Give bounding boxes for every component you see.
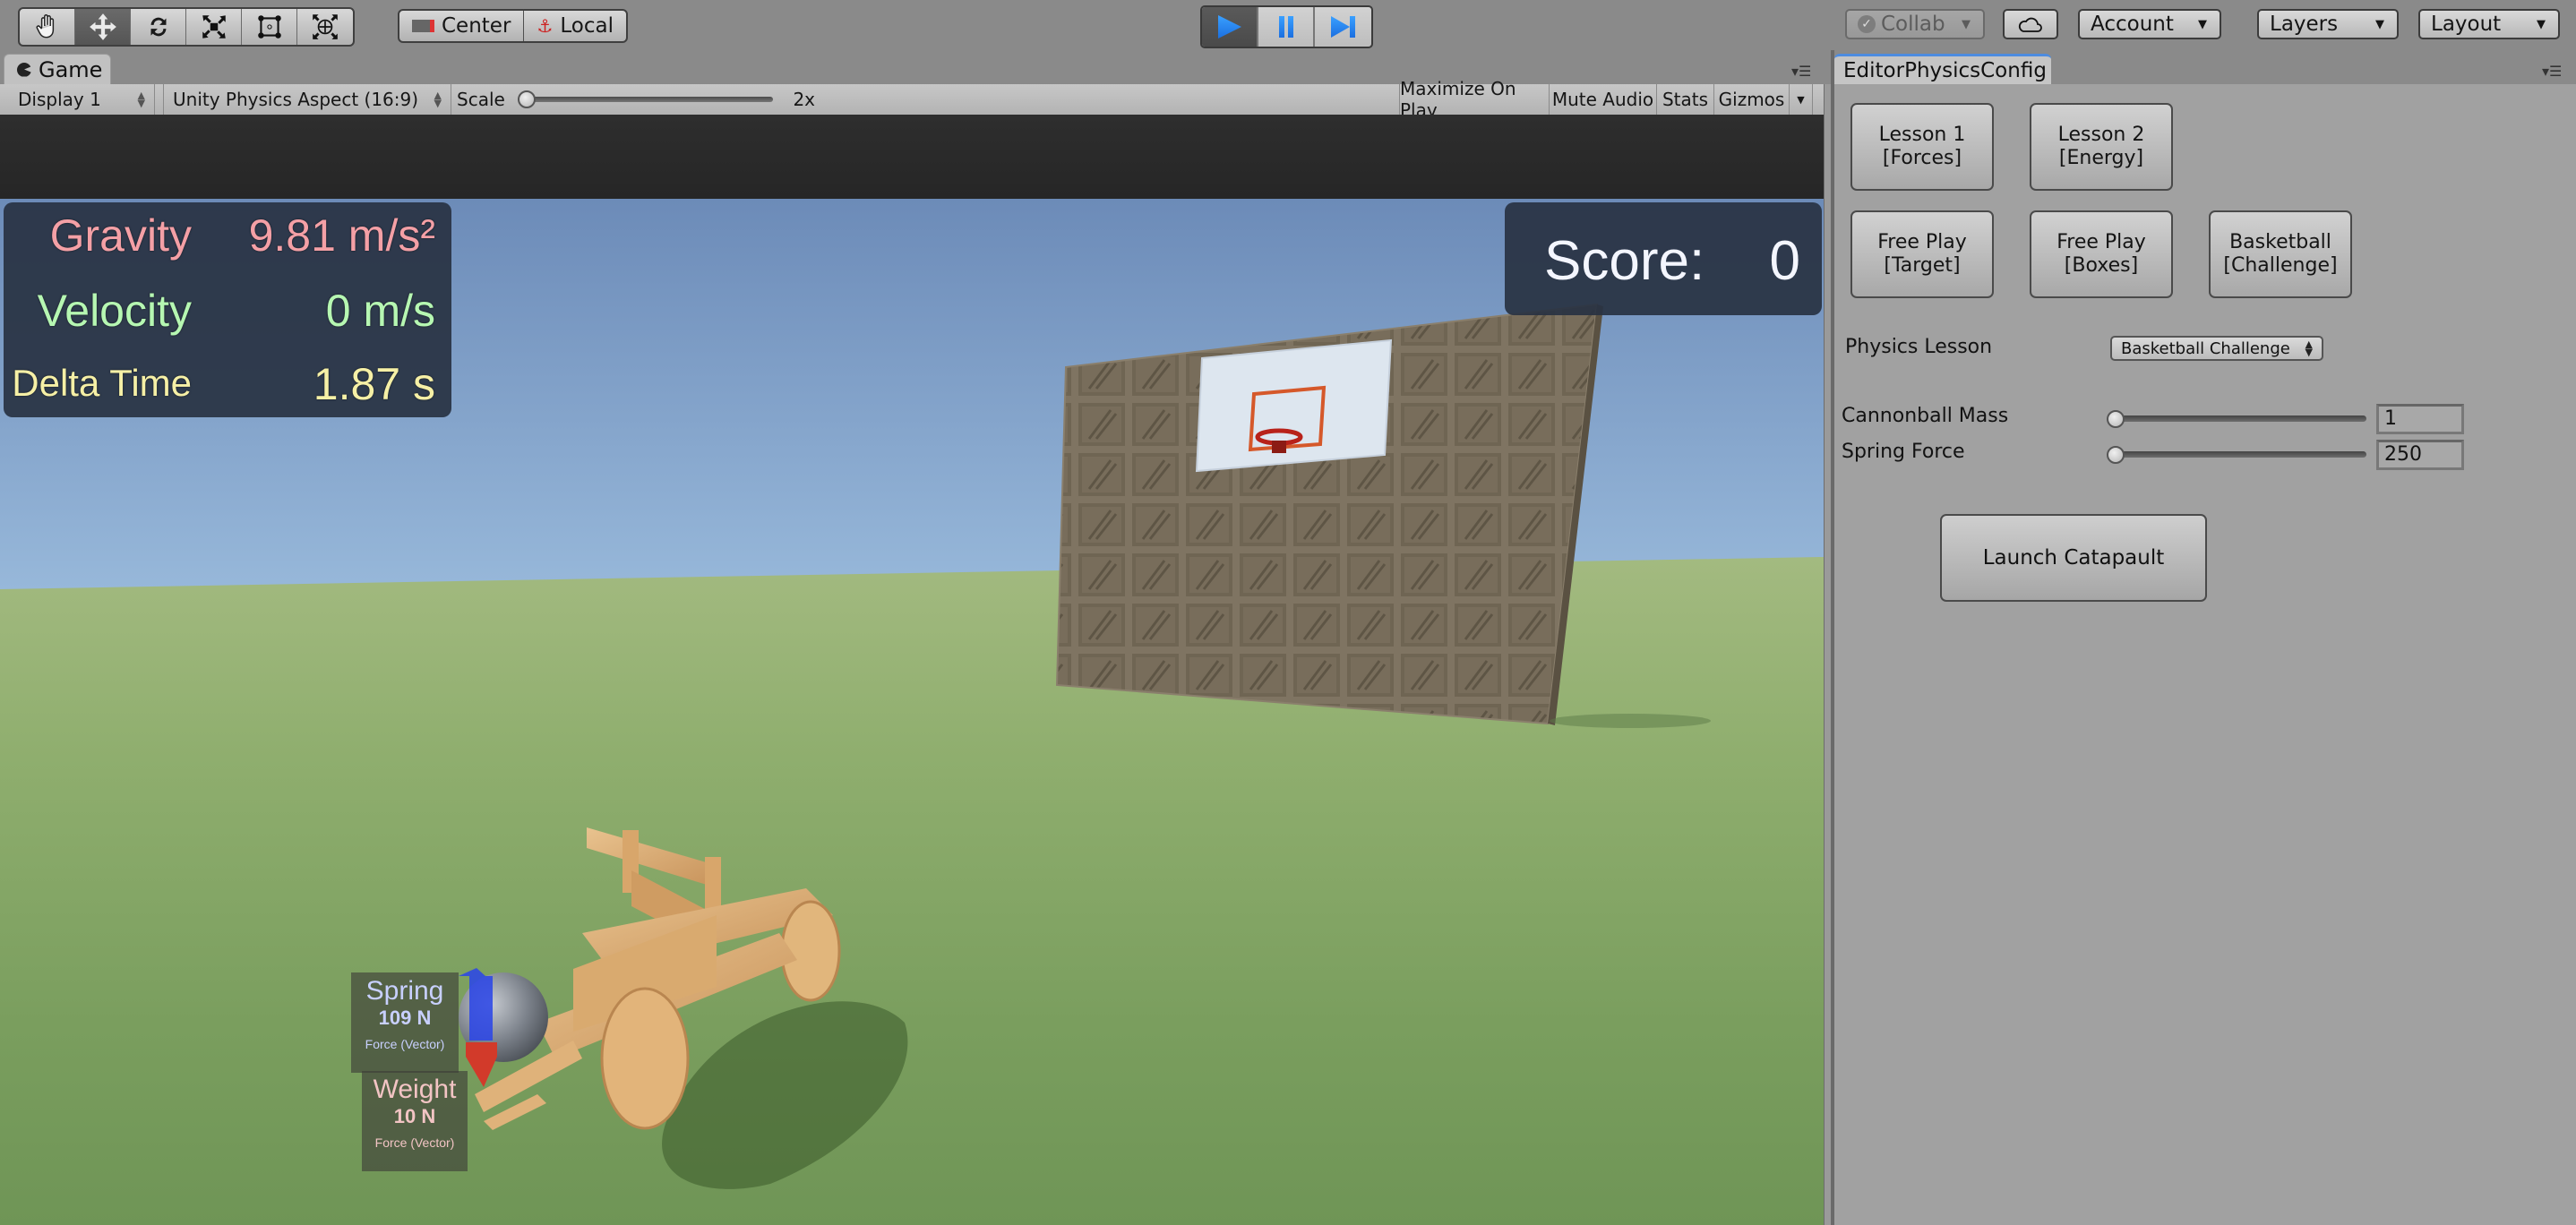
rotate-icon (150, 17, 166, 37)
spring-name: Spring (365, 976, 444, 1006)
layout-dropdown[interactable]: Layout ▼ (2418, 9, 2560, 39)
chevron-down-icon: ▼ (2375, 17, 2384, 31)
check-circle-icon: ✓ (1858, 15, 1876, 33)
stats-hud-panel: Gravity 9.81 m/s² Velocity 0 m/s Delta T… (4, 202, 451, 417)
spring-caption: Force (Vector) (365, 1037, 445, 1051)
physics-lesson-dropdown[interactable]: Basketball Challenge ▲ ▼ (2110, 336, 2323, 361)
step-icon (1330, 16, 1355, 38)
play-icon (1217, 15, 1241, 39)
cloud-icon (2018, 17, 2042, 32)
scale-control: Scale 2x (457, 89, 815, 110)
account-dropdown[interactable]: Account ▼ (2078, 9, 2221, 39)
cloud-button[interactable] (2003, 9, 2058, 39)
basketball-backboard (1195, 338, 1393, 473)
chevron-down-icon: ▼ (2198, 17, 2207, 31)
pacman-icon (17, 62, 31, 77)
chevron-down-icon: ▼ (2537, 17, 2546, 31)
updown-icon: ▲ ▼ (137, 90, 145, 109)
combined-transform-icon (313, 14, 338, 39)
mute-audio-toggle[interactable]: Mute Audio (1550, 84, 1657, 115)
updown-icon: ▲ ▼ (2305, 338, 2313, 358)
panel-menu-icon[interactable]: ▾☰ (2542, 63, 2562, 80)
tab-editor-physics-config[interactable]: EditorPhysicsConfig (1834, 54, 2051, 84)
rect-transform-icon (257, 15, 281, 39)
pivot-center-button[interactable]: Center (399, 11, 525, 41)
cannonball-mass-slider-thumb[interactable] (2107, 410, 2125, 428)
hoop-net (1272, 441, 1286, 453)
delta-time-value: 1.87 s (313, 359, 435, 409)
stats-toggle[interactable]: Stats (1657, 84, 1714, 115)
spring-force-label: Spring 109 N Force (Vector) (351, 972, 459, 1073)
play-button[interactable] (1202, 7, 1258, 47)
pivot-local-button[interactable]: ⚓ Local (524, 11, 626, 41)
pivot-group: Center ⚓ Local (398, 9, 628, 43)
move-arrows-icon (89, 13, 116, 40)
cannonball-mass-field[interactable]: 1 (2376, 404, 2464, 434)
scale-slider-track (524, 97, 774, 102)
hand-icon (36, 14, 54, 39)
updown-icon: ▲ ▼ (434, 90, 442, 109)
chevron-down-icon: ▼ (1797, 93, 1805, 106)
hand-tool-button[interactable] (20, 9, 75, 45)
scale-slider[interactable] (517, 90, 774, 108)
weight-caption: Force (Vector) (374, 1135, 455, 1150)
spring-force-field[interactable]: 250 (2376, 440, 2464, 470)
weight-name: Weight (373, 1075, 457, 1104)
score-value: 0 (1769, 230, 1800, 292)
cannonball-mass-slider-track[interactable] (2110, 415, 2366, 422)
game-view-controlbar: Display 1 ▲ ▼ Unity Physics Aspect (16:9)… (0, 78, 1824, 121)
local-anchor-icon: ⚓ (537, 15, 554, 37)
game-viewport[interactable]: Gravity 9.81 m/s² Velocity 0 m/s Delta T… (0, 199, 1824, 1225)
chevron-down-icon: ▼ (1962, 17, 1971, 31)
velocity-value: 0 m/s (325, 286, 435, 336)
spring-force-slider-thumb[interactable] (2107, 446, 2125, 464)
cannonball-mass-label: Cannonball Mass (1842, 405, 2009, 427)
aspect-dropdown[interactable]: Unity Physics Aspect (16:9) ▲ ▼ (163, 84, 451, 115)
move-tool-button[interactable] (75, 9, 131, 45)
scale-tool-button[interactable] (186, 9, 242, 45)
collab-dropdown[interactable]: ✓ Collab ▼ (1845, 9, 1985, 39)
gizmos-toggle[interactable]: Gizmos (1714, 84, 1790, 115)
lesson-1-forces-button[interactable]: Lesson 1 [Forces] (1850, 103, 1994, 191)
free-play-target-button[interactable]: Free Play [Target] (1850, 210, 1994, 298)
spring-force-label: Spring Force (1842, 441, 1965, 463)
transform-tools-group (18, 7, 355, 47)
weight-value: 10 N (393, 1105, 436, 1127)
panel-menu-icon[interactable]: ▾☰ (1791, 63, 1811, 80)
spring-force-slider-track[interactable] (2110, 451, 2366, 458)
score-label: Score: (1544, 230, 1705, 292)
lesson-2-energy-button[interactable]: Lesson 2 [Energy] (2030, 103, 2173, 191)
step-button[interactable] (1315, 7, 1371, 47)
play-controls (1200, 5, 1373, 48)
physics-lesson-label: Physics Lesson (1845, 336, 1993, 358)
basketball-challenge-button[interactable]: Basketball [Challenge] (2209, 210, 2352, 298)
delta-time-label: Delta Time (12, 362, 192, 404)
free-play-boxes-button[interactable]: Free Play [Boxes] (2030, 210, 2173, 298)
gizmos-dropdown-arrow[interactable]: ▼ (1790, 84, 1813, 115)
launch-catapult-button[interactable]: Launch Catapault (1940, 514, 2207, 602)
pause-button[interactable] (1258, 7, 1315, 47)
gravity-value: 9.81 m/s² (248, 210, 435, 261)
transform-tool-button[interactable] (297, 9, 353, 45)
rotate-tool-button[interactable] (131, 9, 186, 45)
display-dropdown[interactable]: Display 1 ▲ ▼ (9, 84, 155, 115)
game-letterbox (0, 115, 1824, 199)
scale-slider-thumb[interactable] (517, 90, 536, 108)
scale-icon (202, 15, 226, 39)
score-hud-panel: Score: 0 (1505, 202, 1822, 315)
pause-icon (1278, 16, 1293, 38)
weight-force-label: Weight 10 N Force (Vector) (362, 1071, 468, 1171)
rect-tool-button[interactable] (242, 9, 297, 45)
wall-shadow (1550, 714, 1711, 728)
gravity-label: Gravity (49, 210, 192, 261)
layers-dropdown[interactable]: Layers ▼ (2257, 9, 2399, 39)
maximize-on-play-toggle[interactable]: Maximize On Play (1399, 78, 1550, 121)
velocity-label: Velocity (37, 286, 192, 336)
pivot-center-icon (412, 20, 434, 32)
spring-value: 109 N (378, 1007, 432, 1029)
tab-game[interactable]: Game (4, 54, 111, 84)
